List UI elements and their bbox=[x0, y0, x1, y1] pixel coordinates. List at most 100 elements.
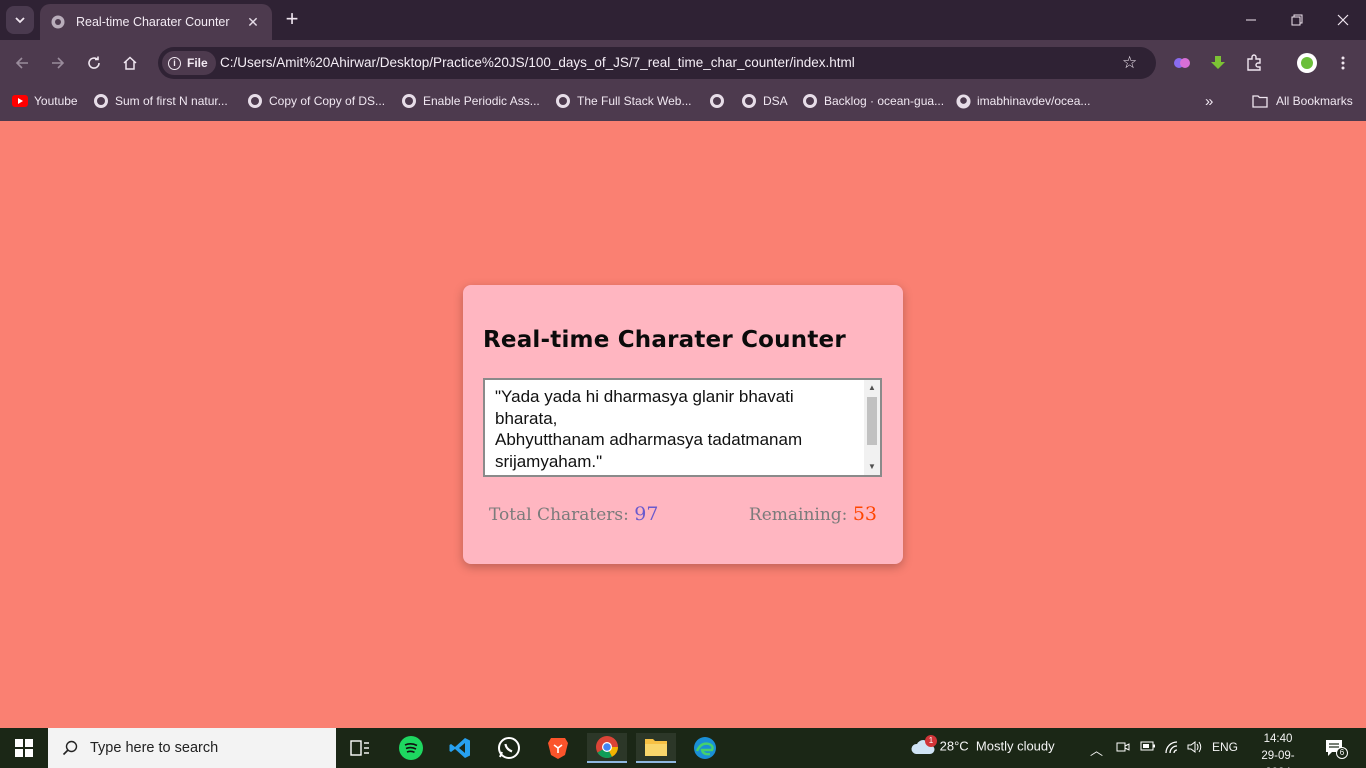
meet-now-icon[interactable] bbox=[1116, 740, 1130, 757]
volume-icon[interactable] bbox=[1187, 740, 1203, 757]
minimize-button[interactable] bbox=[1228, 0, 1274, 40]
remaining-label: Remaining: bbox=[748, 505, 848, 525]
globe-icon bbox=[556, 94, 570, 108]
bookmark-item[interactable]: Enable Periodic Ass... bbox=[402, 92, 540, 110]
remaining-characters-stat: Remaining: 53 bbox=[749, 503, 877, 525]
clock-date: 29-09-2024 bbox=[1261, 750, 1295, 768]
vscode-icon bbox=[449, 738, 470, 758]
bookmark-item[interactable]: Sum of first N natur... bbox=[94, 92, 228, 110]
language-indicator[interactable]: ENG bbox=[1212, 740, 1238, 754]
download-arrow-icon bbox=[1211, 56, 1225, 69]
wifi-icon[interactable] bbox=[1164, 740, 1180, 757]
file-explorer-taskbar-button[interactable] bbox=[636, 733, 676, 763]
wifi-icon-svg bbox=[1165, 741, 1178, 754]
bookmark-label: Sum of first N natur... bbox=[115, 94, 228, 108]
folder-icon bbox=[645, 739, 667, 756]
total-count: 97 bbox=[634, 503, 659, 525]
battery-icon-svg bbox=[1140, 741, 1155, 751]
weather-widget[interactable]: 1 28°C Mostly cloudy bbox=[910, 735, 1055, 756]
scrollbar-thumb[interactable] bbox=[867, 397, 877, 445]
taskbar-search-box[interactable]: Type here to search bbox=[48, 728, 336, 768]
total-characters-stat: Total Charaters: 97 bbox=[489, 503, 658, 525]
browser-tab[interactable]: Real-time Charater Counter ✕ bbox=[40, 4, 272, 40]
edge-icon bbox=[694, 737, 716, 759]
reload-button[interactable] bbox=[80, 49, 108, 77]
bookmark-item[interactable]: DSA bbox=[742, 92, 788, 110]
globe-icon bbox=[803, 94, 817, 108]
textarea-value[interactable]: "Yada yada hi dharmasya glanir bhavati b… bbox=[495, 386, 855, 472]
avatar bbox=[1297, 53, 1317, 73]
restore-icon bbox=[1291, 14, 1303, 26]
weather-text: 28°C Mostly cloudy bbox=[939, 738, 1055, 754]
bookmark-label: The Full Stack Web... bbox=[577, 94, 692, 108]
globe-icon bbox=[51, 15, 65, 29]
close-window-button[interactable] bbox=[1320, 0, 1366, 40]
remaining-count: 53 bbox=[852, 503, 877, 525]
tab-close-icon[interactable]: ✕ bbox=[244, 14, 262, 31]
brave-taskbar-button[interactable] bbox=[538, 733, 578, 763]
more-bookmarks-chevron-icon[interactable]: » bbox=[1205, 92, 1213, 110]
whatsapp-icon bbox=[498, 737, 520, 759]
bookmark-item[interactable]: Backlog · ocean-gua... bbox=[803, 92, 944, 110]
home-button[interactable] bbox=[116, 49, 144, 77]
bookmark-item[interactable]: Copy of Copy of DS... bbox=[248, 92, 385, 110]
taskbar-clock[interactable]: 14:40 29-09-2024 bbox=[1250, 731, 1306, 768]
start-button[interactable] bbox=[0, 728, 48, 768]
spotify-icon bbox=[399, 736, 423, 760]
bookmark-star-icon[interactable]: ☆ bbox=[1122, 53, 1137, 73]
bookmark-item[interactable] bbox=[710, 92, 731, 110]
menu-button[interactable] bbox=[1329, 49, 1357, 77]
notification-count: 6 bbox=[1336, 747, 1348, 759]
home-icon bbox=[123, 56, 137, 70]
tab-list-button[interactable] bbox=[6, 6, 34, 34]
globe-icon bbox=[248, 94, 262, 108]
text-input-area[interactable]: "Yada yada hi dharmasya glanir bhavati b… bbox=[483, 378, 882, 477]
scroll-down-arrow-icon[interactable]: ▼ bbox=[864, 459, 880, 475]
more-vertical-icon bbox=[1341, 56, 1345, 70]
new-tab-button[interactable]: + bbox=[280, 8, 304, 32]
globe-icon bbox=[402, 94, 416, 108]
all-bookmarks-label: All Bookmarks bbox=[1276, 94, 1353, 108]
bookmark-label: imabhinavdev/ocea... bbox=[977, 94, 1091, 108]
vscode-taskbar-button[interactable] bbox=[440, 733, 480, 763]
puzzle-icon bbox=[1247, 54, 1261, 71]
url-text[interactable]: C:/Users/Amit%20Ahirwar/Desktop/Practice… bbox=[220, 55, 855, 70]
bookmark-label: Youtube bbox=[34, 94, 78, 108]
bookmark-item[interactable]: The Full Stack Web... bbox=[556, 92, 692, 110]
chip-label: File bbox=[187, 56, 208, 70]
back-button[interactable] bbox=[8, 49, 36, 77]
site-info-chip[interactable]: i File bbox=[162, 51, 216, 75]
restore-button[interactable] bbox=[1274, 0, 1320, 40]
show-hidden-icons-chevron-up-icon[interactable]: ︿ bbox=[1090, 740, 1103, 759]
extension-brain-icon bbox=[1174, 58, 1190, 68]
edge-taskbar-button[interactable] bbox=[685, 733, 725, 763]
chevron-down-icon bbox=[15, 17, 25, 24]
youtube-icon bbox=[12, 95, 28, 107]
whatsapp-taskbar-button[interactable] bbox=[489, 733, 529, 763]
minimize-icon bbox=[1246, 19, 1256, 21]
bookmark-youtube[interactable]: Youtube bbox=[12, 92, 78, 110]
all-bookmarks-button[interactable]: All Bookmarks bbox=[1252, 92, 1353, 110]
chrome-taskbar-button[interactable] bbox=[587, 733, 627, 763]
notification-center-button[interactable]: 6 bbox=[1324, 738, 1348, 761]
info-icon: i bbox=[168, 56, 181, 70]
total-label: Total Charaters: bbox=[489, 505, 629, 525]
scroll-up-arrow-icon[interactable]: ▲ bbox=[864, 380, 880, 396]
textarea-scrollbar[interactable]: ▲ ▼ bbox=[864, 380, 880, 475]
folder-icon bbox=[1252, 95, 1268, 108]
speaker-icon bbox=[1187, 741, 1202, 753]
extension-1-button[interactable] bbox=[1168, 49, 1196, 77]
arrow-left-icon bbox=[15, 57, 28, 69]
battery-icon[interactable] bbox=[1140, 740, 1156, 755]
extensions-button[interactable] bbox=[1240, 49, 1268, 77]
github-icon bbox=[956, 93, 971, 109]
counter-card: Real-time Charater Counter "Yada yada hi… bbox=[463, 285, 903, 564]
profile-button[interactable] bbox=[1293, 49, 1321, 77]
windows-logo-icon bbox=[15, 739, 33, 757]
spotify-taskbar-button[interactable] bbox=[391, 733, 431, 763]
task-view-button[interactable] bbox=[340, 733, 380, 763]
forward-button[interactable] bbox=[44, 49, 72, 77]
bookmark-label: DSA bbox=[763, 94, 788, 108]
bookmark-item[interactable]: imabhinavdev/ocea... bbox=[956, 92, 1090, 110]
extension-2-button[interactable] bbox=[1204, 49, 1232, 77]
